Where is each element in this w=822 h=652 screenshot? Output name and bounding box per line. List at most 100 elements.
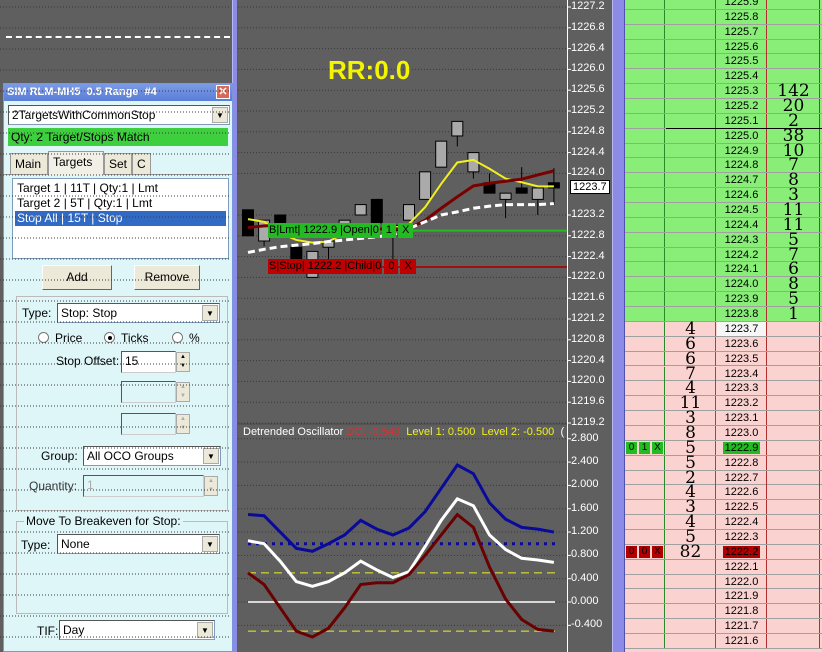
ladder-row[interactable]: 1222.1 <box>625 559 822 575</box>
order-cell[interactable] <box>625 589 665 604</box>
ask-size-cell[interactable] <box>768 544 820 559</box>
ladder-row[interactable]: 6 1223.5 <box>625 350 822 367</box>
ladder-row[interactable]: 4 1223.7 <box>625 320 822 337</box>
price-cell[interactable]: 1222.1 <box>717 559 767 574</box>
buy-order-label[interactable]: B|Lmt| 1222.9 |Open|0 <box>268 223 380 238</box>
order-cell[interactable] <box>625 69 665 84</box>
ladder-row[interactable]: 0 1 X 5 1222.9 <box>625 439 822 456</box>
ask-size-cell[interactable] <box>768 559 820 574</box>
ladder-row[interactable]: 0 0 X 82 1222.2 <box>625 543 822 560</box>
ladder-row[interactable]: 6 1223.6 <box>625 335 822 352</box>
buy-order-cancel-button[interactable]: X <box>398 223 414 238</box>
ask-size-cell[interactable] <box>768 500 820 515</box>
bid-size-cell[interactable] <box>666 0 716 9</box>
order-cell[interactable] <box>625 0 665 9</box>
bid-size-cell[interactable] <box>666 158 716 173</box>
bid-size-cell[interactable] <box>666 173 716 188</box>
ask-size-cell[interactable] <box>768 455 820 470</box>
bid-size-cell[interactable] <box>666 99 716 114</box>
bid-size-cell[interactable] <box>666 604 716 619</box>
order-cell[interactable] <box>625 84 665 99</box>
ask-size-cell[interactable] <box>768 54 820 69</box>
bid-size-cell[interactable] <box>666 39 716 54</box>
order-cell[interactable] <box>625 128 665 143</box>
price-cell[interactable]: 1223.6 <box>717 336 767 351</box>
price-cell[interactable]: 1222.4 <box>717 515 767 530</box>
bid-size-cell[interactable] <box>666 113 716 128</box>
price-cell[interactable]: 1224.6 <box>717 188 767 203</box>
bid-size-cell[interactable] <box>666 247 716 262</box>
order-cell[interactable] <box>625 307 665 322</box>
bid-size-cell[interactable] <box>666 559 716 574</box>
price-cell[interactable]: 1223.2 <box>717 396 767 411</box>
stop-order-label[interactable]: S|Stop| 1222.2 |Child|0 <box>268 259 383 274</box>
price-cell[interactable]: 1224.7 <box>717 173 767 188</box>
bid-size-cell[interactable] <box>666 203 716 218</box>
ask-size-cell[interactable] <box>768 515 820 530</box>
order-cell[interactable] <box>625 173 665 188</box>
order-cell[interactable] <box>625 381 665 396</box>
order-cell[interactable] <box>625 619 665 634</box>
price-cell[interactable]: 1222.0 <box>717 574 767 589</box>
price-cell[interactable]: 1224.3 <box>717 232 767 247</box>
price-cell[interactable]: 1225.2 <box>717 99 767 114</box>
price-cell[interactable]: 1222.6 <box>717 485 767 500</box>
ask-size-cell[interactable] <box>768 619 820 634</box>
bid-size-cell[interactable] <box>666 9 716 24</box>
ask-size-cell[interactable] <box>768 9 820 24</box>
order-qty[interactable]: 0 <box>626 441 637 454</box>
bid-size-cell[interactable] <box>666 128 716 143</box>
order-cell[interactable] <box>625 143 665 158</box>
ask-size-cell[interactable] <box>768 633 820 648</box>
ladder-row[interactable]: 1221.7 <box>625 619 822 634</box>
ask-size-cell[interactable] <box>768 574 820 589</box>
ladder-row[interactable]: 1221.6 <box>625 633 822 649</box>
ladder-row[interactable]: 1222.0 <box>625 574 822 590</box>
ladder-row[interactable]: 11 1223.2 <box>625 395 822 412</box>
ask-size-cell[interactable] <box>768 411 820 426</box>
cancel-order-button[interactable]: X <box>652 545 663 558</box>
price-cell[interactable]: 1223.7 <box>717 321 767 336</box>
ladder-row[interactable]: 1225.5 <box>625 54 822 70</box>
order-cell[interactable] <box>625 425 665 440</box>
bid-size-cell[interactable]: 82 <box>666 543 716 560</box>
order-cell[interactable] <box>625 262 665 277</box>
order-cell[interactable] <box>625 9 665 24</box>
price-cell[interactable]: 1224.8 <box>717 158 767 173</box>
price-cell[interactable]: 1225.3 <box>717 84 767 99</box>
bid-size-cell[interactable] <box>666 292 716 307</box>
order-cell[interactable] <box>625 470 665 485</box>
ask-size-cell[interactable] <box>768 470 820 485</box>
price-cell[interactable]: 1224.4 <box>717 217 767 232</box>
price-cell[interactable]: 1221.9 <box>717 589 767 604</box>
ask-size-cell[interactable] <box>768 336 820 351</box>
order-cell[interactable] <box>625 24 665 39</box>
ladder-row[interactable]: 8 1223.0 <box>625 424 822 441</box>
ask-size-cell[interactable] <box>768 39 820 54</box>
order-cell[interactable] <box>625 99 665 114</box>
ladder-row[interactable]: 2 1222.7 <box>625 469 822 486</box>
bid-size-cell[interactable] <box>666 54 716 69</box>
price-cell[interactable]: 1225.5 <box>717 54 767 69</box>
order-cell[interactable] <box>625 500 665 515</box>
order-cell[interactable] <box>625 515 665 530</box>
price-cell[interactable]: 1222.2 <box>717 544 767 559</box>
bid-size-cell[interactable] <box>666 574 716 589</box>
ask-size-cell[interactable] <box>768 396 820 411</box>
ladder-row[interactable]: 1225.7 <box>625 24 822 40</box>
price-cell[interactable]: 1222.7 <box>717 470 767 485</box>
price-cell[interactable]: 1224.5 <box>717 203 767 218</box>
price-cell[interactable]: 1222.3 <box>717 529 767 544</box>
bid-size-cell[interactable] <box>666 262 716 277</box>
ladder-row[interactable]: 4 1222.6 <box>625 484 822 501</box>
ladder-row[interactable]: 1225.8 <box>625 9 822 25</box>
price-cell[interactable]: 1225.1 <box>717 113 767 128</box>
bid-size-cell[interactable] <box>666 69 716 84</box>
order-qty[interactable]: 0 <box>639 545 650 558</box>
ask-size-cell[interactable] <box>768 366 820 381</box>
bid-size-cell[interactable] <box>666 277 716 292</box>
bid-size-cell[interactable] <box>666 217 716 232</box>
price-cell[interactable]: 1225.6 <box>717 39 767 54</box>
price-cell[interactable]: 1223.8 <box>717 307 767 322</box>
price-cell[interactable]: 1224.0 <box>717 277 767 292</box>
